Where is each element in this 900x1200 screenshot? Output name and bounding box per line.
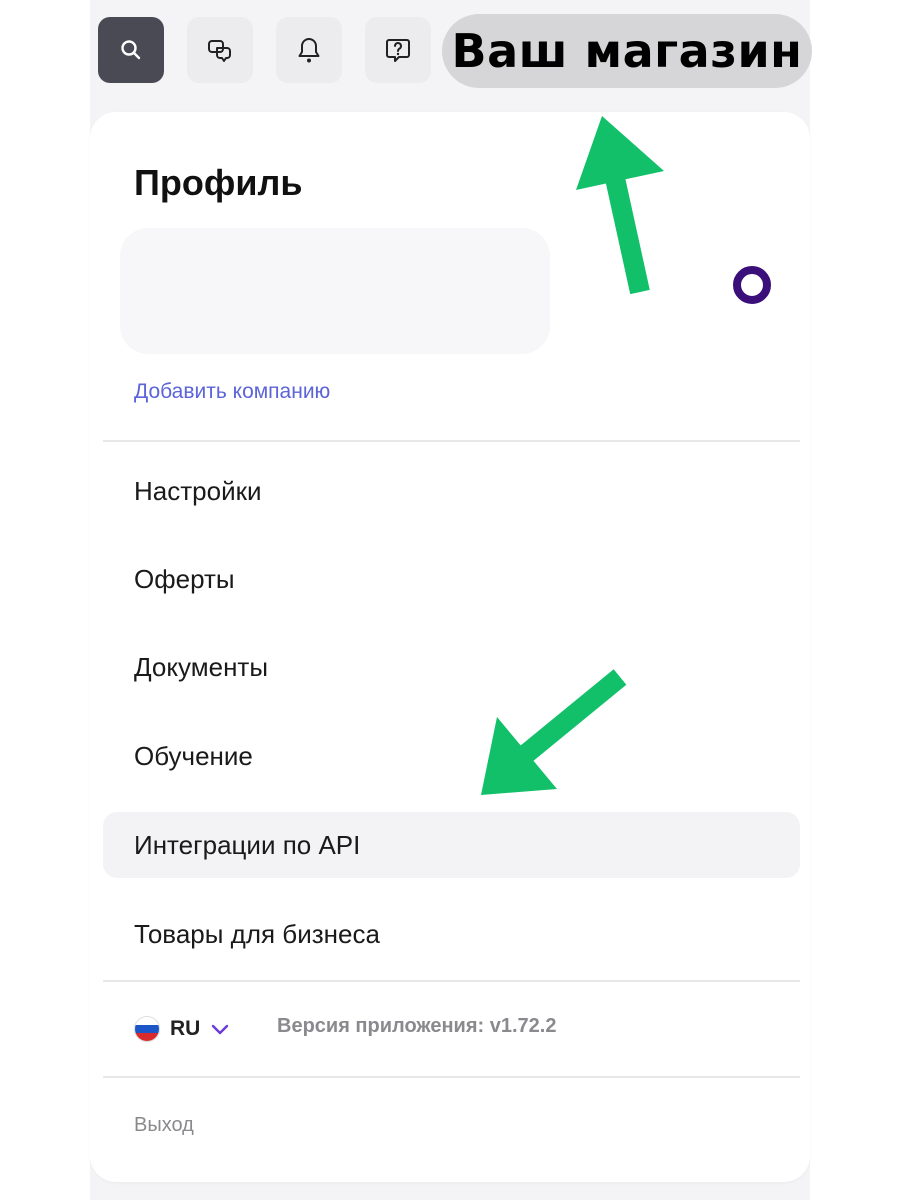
arrow-up-annotation	[576, 116, 664, 295]
annotation-arrows	[481, 116, 664, 795]
arrow-down-annotation	[481, 669, 627, 795]
